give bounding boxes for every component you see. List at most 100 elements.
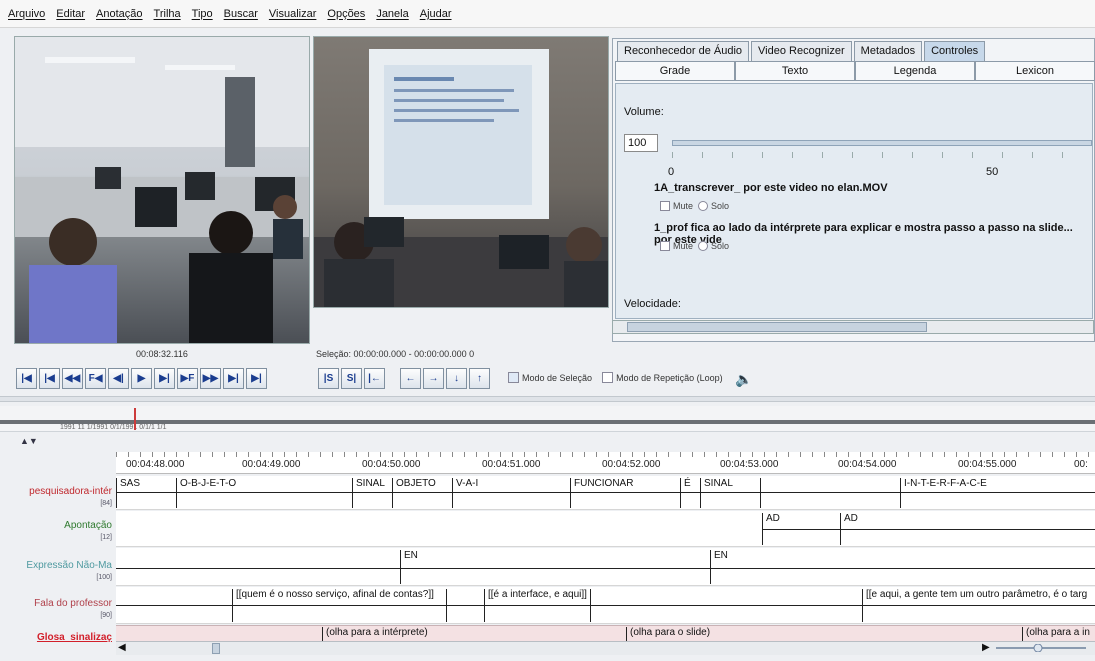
annotation[interactable]: FUNCIONAR (570, 478, 633, 508)
tab-controles[interactable]: Controles (924, 41, 986, 61)
previous-scrollview-button[interactable]: |◀ (39, 368, 60, 389)
timeline-zoom-slider[interactable] (996, 644, 1086, 652)
menu-tipo[interactable]: Tipo (192, 8, 213, 20)
tab-grade[interactable]: Grade (615, 61, 735, 81)
annotation[interactable]: AD (840, 513, 858, 545)
annotation[interactable]: [[é a interface, e aqui]] (484, 589, 587, 622)
selection-mode-label: Modo de Seleção (522, 372, 593, 383)
tier-label-pesquisadora[interactable]: pesquisadora-intér [84] (0, 486, 116, 510)
loop-mode-checkbox[interactable] (602, 372, 614, 383)
menu-ajudar[interactable]: Ajudar (420, 8, 452, 20)
tab-lexicon[interactable]: Lexicon (975, 61, 1095, 81)
menu-editar[interactable]: Editar (56, 8, 85, 20)
play-button[interactable]: ▶ (131, 368, 152, 389)
annotation[interactable]: AD (762, 513, 780, 545)
media-2-mute-label: Mute (673, 241, 694, 251)
controls-horizontal-scrollbar[interactable] (612, 320, 1094, 334)
tier-pesquisadora[interactable]: SAS O-B-J-E-T-O SINAL OBJETO V-A-I FUNCI… (116, 476, 1095, 510)
annotation[interactable]: I-N-T-E-R-F-A-C-E (900, 478, 987, 508)
media-1-solo-radio[interactable] (698, 201, 709, 212)
menu-buscar[interactable]: Buscar (224, 8, 258, 20)
volume-scale-min: 0 (668, 166, 675, 178)
menu-anotacao[interactable]: Anotação (96, 8, 142, 20)
annotation-above-button[interactable]: ↑ (469, 368, 490, 389)
menu-janela[interactable]: Janela (376, 8, 408, 20)
timeline-overview[interactable]: 1991 11 1/1991 0/1/1991 0/1/1 1/1 (0, 406, 1095, 432)
menu-arquivo[interactable]: Arquivo (8, 8, 45, 20)
tier-glosa[interactable]: (olha para a intérprete) (olha para o sl… (116, 625, 1095, 641)
volume-ticks (672, 152, 1092, 158)
next-pixel-button[interactable]: ▶| (154, 368, 175, 389)
annotation[interactable]: (olha para a intérprete) (322, 627, 428, 641)
timeline-horizontal-scrollbar[interactable]: ◀ ▶ (116, 641, 1095, 655)
tab-legenda[interactable]: Legenda (855, 61, 975, 81)
panel-splitter[interactable] (0, 396, 1095, 402)
annotation[interactable]: (olha para o slide) (626, 627, 710, 641)
volume-input[interactable]: 100 (624, 134, 658, 152)
annotation[interactable]: [[quem é o nosso serviço, afinal de cont… (232, 589, 434, 622)
previous-second-button[interactable]: ◀◀ (62, 368, 83, 389)
tier-label-fala-professor[interactable]: Fala do professor [90] (0, 598, 116, 622)
annotation[interactable]: EN (710, 550, 728, 584)
annotation[interactable]: O-B-J-E-T-O (176, 478, 236, 508)
next-second-button[interactable]: ▶▶ (200, 368, 221, 389)
tier-apontacao[interactable]: AD AD (116, 511, 1095, 547)
tab-video-recognizer[interactable]: Video Recognizer (751, 41, 852, 61)
tier-expressao[interactable]: EN EN (116, 548, 1095, 586)
tier-label-expressao[interactable]: Expressão Não-Ma [100] (0, 560, 116, 584)
tier-fala-professor[interactable]: [[quem é o nosso serviço, afinal de cont… (116, 587, 1095, 624)
clear-selection-button[interactable]: |← (364, 368, 385, 389)
media-2-solo-radio[interactable] (698, 241, 709, 252)
current-time: 00:08:32.116 (136, 349, 188, 359)
tab-audio-recognizer[interactable]: Reconhecedor de Áudio (617, 41, 750, 61)
annotation[interactable]: V-A-I (452, 478, 478, 508)
menu-trilha[interactable]: Trilha (154, 8, 181, 20)
video-viewer-interpreter[interactable] (14, 36, 310, 344)
volume-slider[interactable] (672, 140, 1092, 146)
video-viewer-slide[interactable] (313, 36, 609, 308)
annotation[interactable]: (olha para a in (1022, 627, 1090, 641)
selection-begin-button[interactable]: |S (318, 368, 339, 389)
go-to-end-button[interactable]: ▶| (246, 368, 267, 389)
next-frame-button[interactable]: ▶F (177, 368, 198, 389)
annotation[interactable]: [[e aqui, a gente tem um outro parâmetro… (862, 589, 1087, 622)
scroll-right-arrow-icon[interactable]: ▶ (982, 642, 990, 653)
scroll-left-arrow-icon[interactable]: ◀ (118, 642, 126, 653)
annotation[interactable]: SAS (116, 478, 140, 508)
selection-mode-checkbox[interactable] (508, 372, 519, 383)
speed-label: Velocidade: (624, 298, 681, 310)
annotation-below-button[interactable]: ↓ (446, 368, 467, 389)
overview-cursor[interactable] (134, 408, 136, 430)
selection-end-button[interactable]: S| (341, 368, 362, 389)
previous-pixel-button[interactable]: ◀| (108, 368, 129, 389)
ruler-tick-label: 00:04:55.000 (958, 459, 1017, 470)
ruler-tick-label: 00:04:50.000 (362, 459, 421, 470)
annotation[interactable]: É (680, 478, 691, 508)
tab-texto[interactable]: Texto (735, 61, 855, 81)
next-annotation-button[interactable]: → (423, 368, 444, 389)
annotation-boundary (590, 589, 591, 622)
annotation[interactable]: SINAL (700, 478, 733, 508)
tier-label-apontacao[interactable]: Apontação [12] (0, 520, 116, 544)
tab-metadados[interactable]: Metadados (853, 41, 923, 61)
go-to-begin-button[interactable]: |◀ (16, 368, 37, 389)
scrollbar-thumb[interactable] (212, 643, 220, 654)
menu-bar: Arquivo Editar Anotação Trilha Tipo Busc… (0, 0, 1095, 28)
next-scrollview-button[interactable]: ▶| (223, 368, 244, 389)
tier-label-glosa[interactable]: Glosa_sinalizaç (0, 632, 116, 644)
speaker-icon[interactable]: 🔈 (734, 369, 754, 389)
media-1-mute-checkbox[interactable] (660, 201, 670, 212)
classroom-video-frame (15, 37, 309, 343)
tier-zoom-arrows[interactable]: ▲▼ (20, 436, 38, 446)
ruler-tick-label: 00:04:54.000 (838, 459, 897, 470)
scrollbar-thumb[interactable] (627, 322, 927, 332)
media-2-solo-label: Solo (711, 241, 730, 251)
annotation[interactable]: SINAL (352, 478, 385, 508)
previous-frame-button[interactable]: F◀ (85, 368, 106, 389)
media-2-mute-checkbox[interactable] (660, 241, 670, 252)
menu-opcoes[interactable]: Opções (327, 8, 365, 20)
annotation[interactable]: EN (400, 550, 418, 584)
annotation[interactable]: OBJETO (392, 478, 436, 508)
menu-visualizar[interactable]: Visualizar (269, 8, 317, 20)
previous-annotation-button[interactable]: ← (400, 368, 421, 389)
